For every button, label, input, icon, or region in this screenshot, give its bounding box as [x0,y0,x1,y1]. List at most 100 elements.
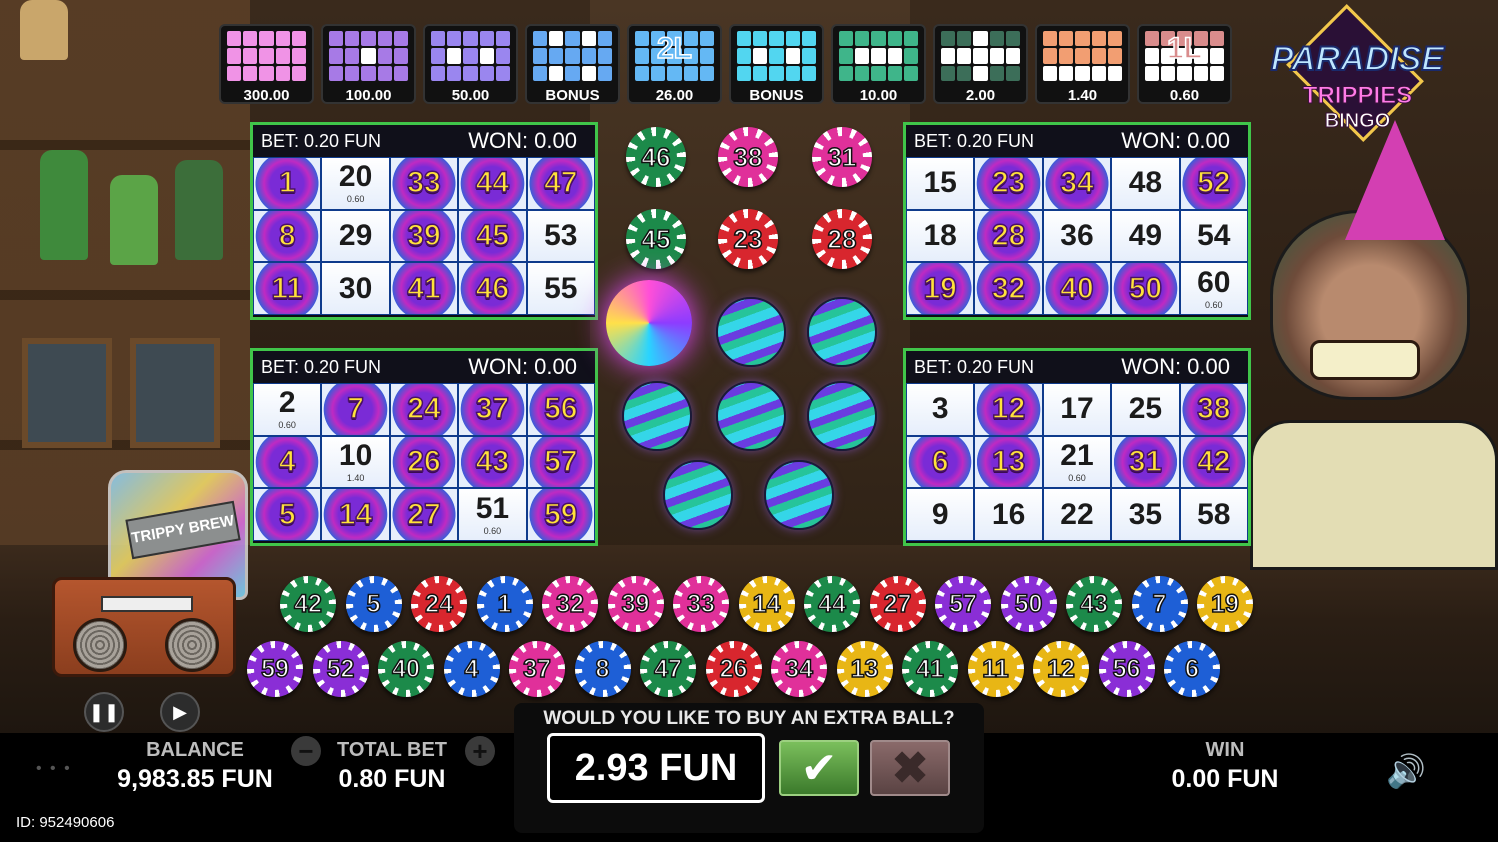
pause-button[interactable]: ❚❚ [84,692,124,732]
pattern-cell [329,65,344,81]
card-cell-marked: 45 [459,210,526,262]
pattern-grid [533,31,612,81]
pattern-cell [1161,65,1176,81]
cell-number: 7 [347,392,365,426]
cell-number: 43 [475,444,510,478]
pattern-cell [479,65,494,81]
increase-bet-button[interactable]: + [465,736,495,766]
pattern-overlay-label: 2L [656,31,693,66]
pattern-cell [1107,48,1122,64]
ball-center: 13 [843,648,886,690]
ball-center: 32 [549,583,591,625]
play-button[interactable]: ▶ [160,692,200,732]
cell-number: 60 [1197,265,1231,299]
cell-number: 53 [544,218,578,252]
pattern-cell [1107,65,1122,81]
cell-number: 12 [991,392,1026,426]
cell-number: 26 [407,444,442,478]
card-cell: 22 [1043,489,1111,540]
pattern-cell [329,31,344,47]
card-grid: 2 0.60 7 24 37 56 4 10 1.40 26 43 57 5 14 27 51 0.60 59 [253,383,595,541]
ball-center: 1 [483,583,526,625]
ball-center: 47 [647,648,689,690]
menu-dots-icon[interactable]: • • • [36,760,72,778]
boombox-speaker [73,618,127,672]
accept-extra-ball-button[interactable]: ✔ [779,740,859,796]
pattern-cell [243,48,258,64]
pattern-cell [1075,48,1090,64]
card-cell-marked: 32 [975,263,1042,314]
cell-number: 1 [278,166,296,200]
pattern-cell [463,48,478,64]
boombox-tuner [101,596,193,612]
cell-number: 57 [543,444,578,478]
pattern-cell [243,65,258,81]
card-bet: BET: 0.20 FUN [914,130,1035,151]
cell-number: 9 [931,497,949,531]
cell-prize: 0.60 [1068,472,1086,483]
card-cell: 49 [1112,210,1179,262]
pattern-cell [753,65,768,81]
ball-center: 52 [319,648,362,690]
bottle-decoration [40,150,88,260]
pattern-value: 2.00 [965,87,996,104]
bingo-ball: 41 [902,641,958,697]
card-cell-marked: 27 [390,489,458,540]
pattern-cell [291,65,306,81]
pattern-cell [871,31,886,47]
bingo-ball: 50 [1000,576,1057,632]
card-cell-marked: 11 [254,263,321,314]
card-cell: 53 [527,210,594,262]
pattern-cell [495,48,510,64]
ball-center: 14 [745,583,788,625]
card-cell-marked: 26 [390,436,458,488]
pattern-cell [989,31,1004,47]
ball-center: 41 [909,648,951,690]
ball-center: 28 [821,218,863,260]
cell-number: 15 [923,166,957,200]
card-cell-marked: 56 [527,384,594,435]
cell-number: 4 [278,444,296,478]
bingo-ball: 13 [836,641,893,697]
decline-extra-ball-button[interactable]: ✖ [870,740,950,796]
pattern-cell [581,65,596,81]
speaker-icon[interactable]: 🔊 [1386,752,1426,790]
pattern-cell [393,48,408,64]
balance-value: 9,983.85 FUN [117,765,273,793]
pattern-cell [855,31,870,47]
cell-number: 2 [278,386,296,420]
pattern-cell [801,48,816,64]
card-cell: 60 0.60 [1180,263,1247,314]
pattern-cell [565,48,580,64]
cell-number: 24 [407,392,442,426]
ball-center: 12 [1040,648,1082,690]
card-cell-marked: 31 [1112,436,1179,488]
pattern-cell [989,48,1004,64]
cell-number: 27 [407,497,442,531]
pattern-cell [275,48,290,64]
pattern-cell [463,65,478,81]
pattern-cell [1209,65,1224,81]
bingo-ball: 12 [1033,641,1089,697]
ball-center: 7 [1138,583,1181,625]
bingo-ball: 32 [542,576,598,632]
pattern-cell [1145,65,1160,81]
pattern-cell [973,48,988,64]
pattern-value: 26.00 [655,87,694,104]
bingo-ball: 14 [738,576,795,632]
win-label: WIN [1205,739,1245,761]
cell-number: 36 [1060,218,1094,252]
play-icon: ▶ [173,701,187,722]
pattern-overlay-label: 1L [1166,31,1203,66]
ball-center: 40 [385,648,427,690]
ball-number: 4 [464,654,479,684]
pattern-cell [533,48,548,64]
pattern-cell [565,31,580,47]
bingo-card-1: BET: 0.20 FUN WON: 0.00 1 20 0.60 33 44 47 8 29 39… [250,122,598,320]
pattern-cell [533,31,548,47]
pattern-cell [227,48,242,64]
pattern-cell [345,65,360,81]
decrease-bet-button[interactable]: − [291,736,321,766]
mystery-ball [764,460,834,530]
pattern-cell [785,48,800,64]
